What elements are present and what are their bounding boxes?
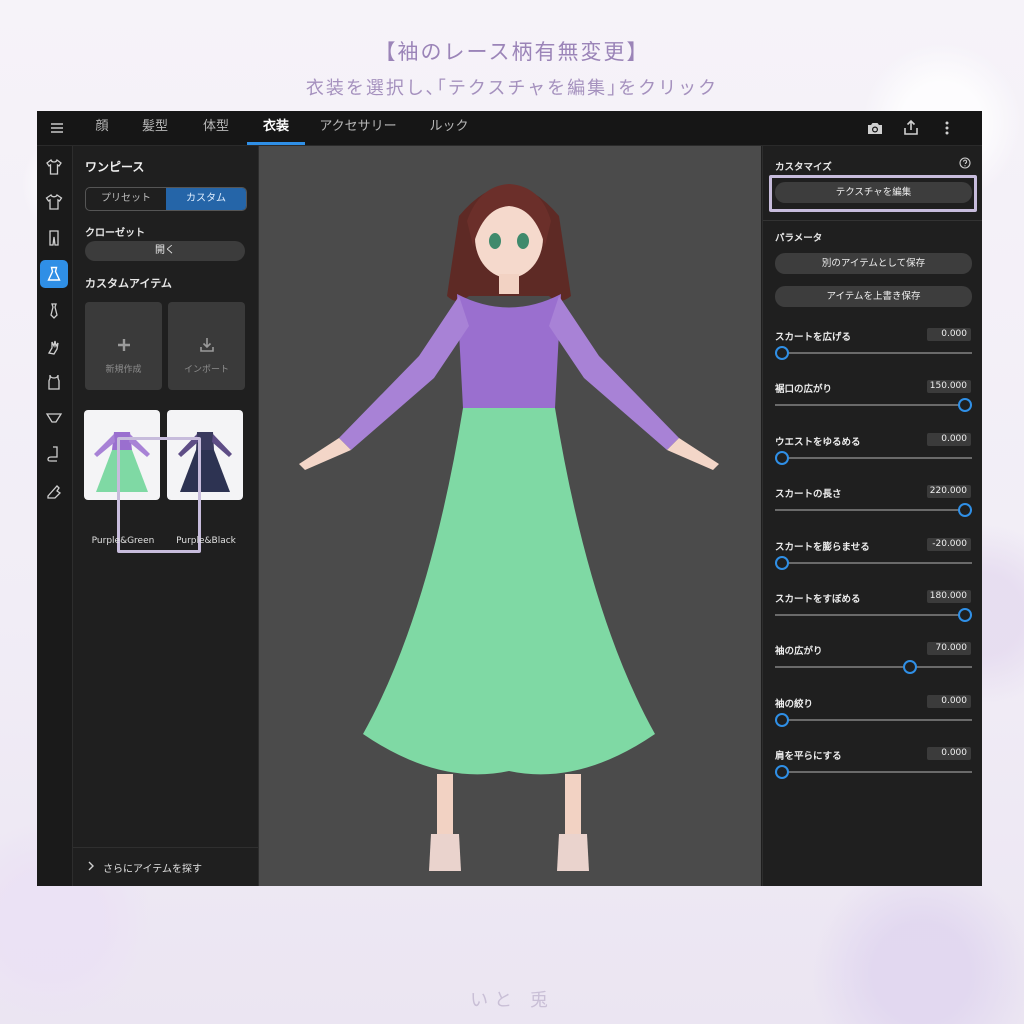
item-panel: ワンピース プリセット カスタム クローゼット 開く カスタムアイテム 新規作成… — [73, 146, 259, 886]
param-label: スカートを広げる — [775, 332, 852, 343]
create-new-tile[interactable]: 新規作成 — [85, 302, 162, 390]
param-label: スカートを膨らませる — [775, 541, 870, 553]
param-slider-track[interactable] — [775, 718, 972, 721]
param-label: スカートをすぼめる — [775, 594, 861, 605]
plus-icon — [118, 339, 130, 351]
tutorial-heading: 【袖のレース柄有無変更】 — [374, 40, 650, 64]
more-items-label: さらにアイテムを探す — [103, 864, 202, 875]
param-slider-track[interactable] — [775, 352, 972, 354]
param-value-field[interactable]: 0.000 — [927, 432, 971, 446]
param-value-field[interactable]: -20.000 — [927, 537, 971, 551]
dress-icon — [47, 266, 61, 281]
param-slider-thumb[interactable] — [903, 660, 918, 675]
help-icon[interactable] — [959, 157, 971, 169]
tab-look[interactable]: ルック — [425, 111, 473, 145]
import-icon — [200, 338, 214, 352]
param-value-field[interactable]: 150.000 — [927, 380, 971, 394]
param-label: 袖の絞り — [775, 698, 814, 710]
customize-panel: カスタマイズ テクスチャを編集 パラメータ 別のアイテムとして保存 アイテムを上… — [762, 146, 982, 886]
item-name-purple-black: Purple&Black — [176, 536, 236, 546]
open-closet-button[interactable]: 開く — [85, 241, 245, 261]
tab-face[interactable]: 顔 — [86, 111, 118, 145]
param-slider-thumb[interactable] — [958, 398, 972, 413]
dress-category-button[interactable] — [40, 260, 68, 288]
customize-label: カスタマイズ — [775, 162, 832, 173]
edit-texture-highlight — [769, 175, 977, 212]
item-name-purple-green: Purple&Green — [91, 536, 155, 546]
create-new-label: 新規作成 — [105, 365, 142, 375]
parameters-label: パラメータ — [775, 233, 823, 244]
param-slider-track[interactable] — [775, 614, 972, 616]
underwear-icon[interactable] — [45, 409, 63, 427]
top-bar: 顔 髪型 体型 衣装 アクセサリー ルック — [37, 111, 982, 146]
param-label: 肩を平らにする — [775, 751, 842, 763]
tank-top-icon[interactable] — [45, 373, 63, 391]
tab-hairstyle[interactable]: 髪型 — [134, 111, 176, 145]
category-title: ワンピース — [85, 160, 145, 174]
avatar-3d-viewport[interactable] — [259, 146, 761, 886]
tab-body[interactable]: 体型 — [195, 111, 237, 145]
segment-custom[interactable]: カスタム — [166, 188, 246, 210]
avatar-figure — [299, 184, 719, 871]
param-value-field[interactable]: 0.000 — [927, 694, 971, 708]
param-label: 袖の広がり — [775, 646, 823, 658]
custom-items-label: カスタムアイテム — [85, 277, 172, 290]
param-value-field[interactable]: 0.000 — [927, 747, 971, 761]
camera-icon[interactable] — [866, 119, 884, 137]
sock-icon[interactable] — [45, 445, 63, 463]
tutorial-instruction: 衣装を選択し､｢テクスチャを編集｣をクリック — [305, 78, 719, 99]
param-value-field[interactable]: 0.000 — [927, 328, 971, 341]
import-tile[interactable]: インポート — [168, 302, 245, 390]
author-signature: いと 兎 — [470, 990, 554, 1011]
more-icon[interactable] — [938, 119, 956, 137]
tab-accessories[interactable]: アクセサリー — [317, 111, 399, 145]
param-slider-thumb[interactable] — [775, 346, 789, 360]
param-value-field[interactable]: 220.000 — [927, 485, 971, 499]
param-label: ウエストをゆるめる — [775, 436, 861, 448]
avatar-editor-window: 顔 髪型 体型 衣装 アクセサリー ルック ワンピース プリセット カスタム ク… — [37, 111, 982, 886]
param-label: 裾口の広がり — [775, 384, 833, 396]
param-slider-track[interactable] — [775, 404, 972, 407]
chevron-right-icon — [88, 861, 94, 871]
param-slider-track[interactable] — [775, 456, 972, 459]
more-items-link[interactable]: さらにアイテムを探す — [73, 847, 258, 886]
menu-icon[interactable] — [49, 120, 65, 136]
save-as-new-item-button[interactable]: 別のアイテムとして保存 — [775, 253, 972, 274]
param-slider-thumb[interactable] — [958, 503, 972, 518]
param-slider-thumb[interactable] — [775, 555, 789, 570]
param-value-field[interactable]: 70.000 — [927, 642, 971, 656]
closet-label: クローゼット — [85, 228, 145, 239]
param-value-field[interactable]: 180.000 — [927, 590, 971, 603]
top-shirt-icon[interactable] — [45, 158, 63, 176]
param-slider-thumb[interactable] — [775, 712, 789, 727]
tie-icon[interactable] — [45, 302, 63, 320]
glove-icon[interactable] — [45, 338, 63, 356]
import-label: インポート — [183, 365, 229, 375]
param-slider-track[interactable] — [775, 666, 972, 669]
preset-custom-switch: プリセット カスタム — [85, 187, 247, 211]
shoe-icon[interactable] — [45, 482, 63, 500]
param-slider-track[interactable] — [775, 561, 972, 564]
param-slider-track[interactable] — [775, 771, 972, 774]
param-slider-thumb[interactable] — [775, 450, 789, 465]
section-divider — [763, 220, 982, 221]
param-slider-thumb[interactable] — [775, 765, 789, 780]
param-label: スカートの長さ — [775, 489, 842, 501]
param-slider-thumb[interactable] — [958, 608, 972, 622]
share-icon[interactable] — [902, 119, 920, 137]
category-rail — [37, 146, 73, 886]
tab-outfit[interactable]: 衣装 — [247, 111, 305, 145]
tshirt-icon[interactable] — [45, 193, 63, 211]
pants-icon[interactable] — [45, 229, 63, 247]
overwrite-item-button[interactable]: アイテムを上書き保存 — [775, 286, 972, 307]
segment-preset[interactable]: プリセット — [86, 188, 166, 210]
param-slider-track[interactable] — [775, 509, 972, 512]
